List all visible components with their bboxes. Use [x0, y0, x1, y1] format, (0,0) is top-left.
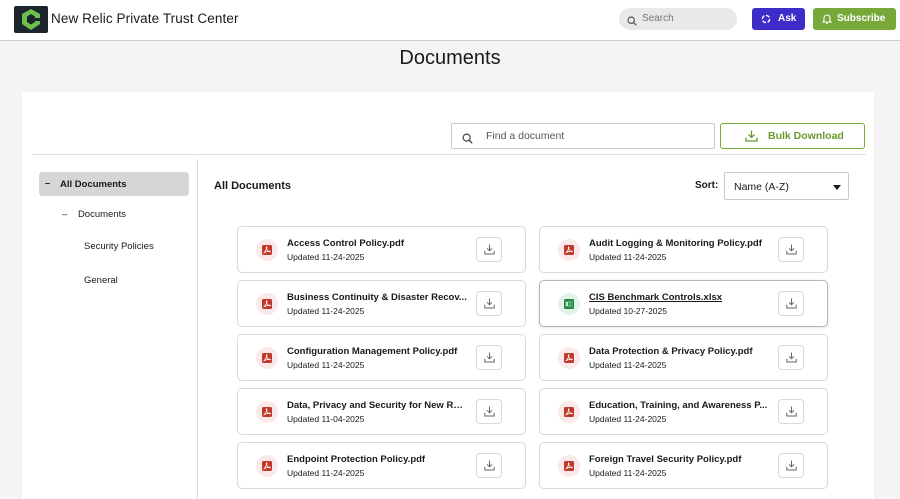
document-card[interactable]: Data Protection & Privacy Policy.pdf Upda…	[539, 334, 828, 381]
find-document-placeholder: Find a document	[486, 130, 565, 142]
bell-icon	[821, 13, 833, 27]
pdf-file-icon	[558, 401, 580, 423]
caret-down-icon	[833, 185, 841, 190]
document-title[interactable]: CIS Benchmark Controls.xlsx	[589, 292, 769, 303]
document-updated-date: Updated 11-24-2025	[589, 414, 667, 424]
sidebar-item-label: All Documents	[60, 179, 127, 190]
pdf-file-icon	[256, 455, 278, 477]
sidebar-item-documents[interactable]: – Documents	[62, 209, 126, 220]
document-updated-date: Updated 11-24-2025	[589, 360, 667, 370]
brand-title[interactable]: New Relic Private Trust Center	[51, 11, 239, 26]
divider	[197, 159, 198, 499]
download-button[interactable]	[476, 453, 502, 478]
document-title[interactable]: Foreign Travel Security Policy.pdf	[589, 454, 769, 465]
document-updated-date: Updated 11-24-2025	[287, 360, 365, 370]
find-document-input[interactable]: Find a document	[451, 123, 715, 149]
top-bar: New Relic Private Trust Center Search As…	[0, 0, 900, 41]
document-title[interactable]: Configuration Management Policy.pdf	[287, 346, 467, 357]
document-card[interactable]: Foreign Travel Security Policy.pdf Update…	[539, 442, 828, 489]
document-updated-date: Updated 11-24-2025	[287, 252, 365, 262]
sidebar-item-label: Documents	[77, 209, 126, 220]
section-heading: All Documents	[214, 180, 292, 192]
download-button[interactable]	[476, 399, 502, 424]
pdf-file-icon	[256, 239, 278, 261]
document-title[interactable]: Education, Training, and Awareness P...	[589, 400, 769, 411]
pdf-file-icon	[256, 347, 278, 369]
collapse-icon: –	[45, 178, 51, 189]
bulk-download-button[interactable]: Bulk Download	[720, 123, 865, 149]
document-title[interactable]: Business Continuity & Disaster Recov...	[287, 292, 467, 303]
document-title[interactable]: Endpoint Protection Policy.pdf	[287, 454, 467, 465]
document-updated-date: Updated 10-27-2025	[589, 306, 667, 316]
download-button[interactable]	[476, 237, 502, 262]
divider	[32, 154, 866, 155]
new-relic-logo[interactable]	[14, 6, 48, 33]
search-icon	[462, 131, 473, 149]
document-card[interactable]: Data, Privacy and Security for New Rel..…	[237, 388, 526, 435]
pdf-file-icon	[558, 239, 580, 261]
document-card[interactable]: Audit Logging & Monitoring Policy.pdf Upd…	[539, 226, 828, 273]
ask-button[interactable]: Ask	[752, 8, 805, 30]
download-button[interactable]	[778, 237, 804, 262]
download-button[interactable]	[778, 399, 804, 424]
download-button[interactable]	[476, 291, 502, 316]
download-button[interactable]	[778, 291, 804, 316]
download-icon	[745, 130, 758, 145]
sort-label: Sort:	[695, 180, 719, 191]
ask-label: Ask	[778, 13, 797, 24]
document-title[interactable]: Data Protection & Privacy Policy.pdf	[589, 346, 769, 357]
sidebar-item-general[interactable]: General	[84, 275, 118, 286]
pdf-file-icon	[256, 293, 278, 315]
document-card[interactable]: Access Control Policy.pdf Updated 11-24-2…	[237, 226, 526, 273]
document-updated-date: Updated 11-24-2025	[589, 252, 667, 262]
pdf-file-icon	[558, 347, 580, 369]
document-updated-date: Updated 11-24-2025	[287, 468, 365, 478]
document-card[interactable]: Business Continuity & Disaster Recov... U…	[237, 280, 526, 327]
pdf-file-icon	[256, 401, 278, 423]
search-placeholder: Search	[642, 13, 674, 24]
header-search[interactable]: Search	[619, 8, 737, 30]
document-card[interactable]: Education, Training, and Awareness P... U…	[539, 388, 828, 435]
document-card[interactable]: Configuration Management Policy.pdf Updat…	[237, 334, 526, 381]
pdf-file-icon	[558, 455, 580, 477]
collapse-icon: –	[62, 209, 68, 220]
subscribe-button[interactable]: Subscribe	[813, 8, 896, 30]
sort-select[interactable]: Name (A-Z)	[724, 172, 849, 200]
document-card[interactable]: Endpoint Protection Policy.pdf Updated 11…	[237, 442, 526, 489]
document-updated-date: Updated 11-24-2025	[589, 468, 667, 478]
sort-value: Name (A-Z)	[734, 181, 789, 193]
document-card[interactable]: CIS Benchmark Controls.xlsx Updated 10-27…	[539, 280, 828, 327]
download-button[interactable]	[778, 453, 804, 478]
bulk-download-label: Bulk Download	[768, 130, 844, 142]
download-button[interactable]	[778, 345, 804, 370]
search-icon	[627, 13, 637, 31]
document-title[interactable]: Audit Logging & Monitoring Policy.pdf	[589, 238, 769, 249]
download-button[interactable]	[476, 345, 502, 370]
sidebar-item-security-policies[interactable]: Security Policies	[84, 241, 154, 252]
document-title[interactable]: Data, Privacy and Security for New Rel..…	[287, 400, 467, 411]
document-title[interactable]: Access Control Policy.pdf	[287, 238, 467, 249]
subscribe-label: Subscribe	[837, 13, 886, 24]
sparkle-icon	[761, 14, 771, 27]
excel-file-icon	[558, 293, 580, 315]
sidebar-item-all-documents[interactable]: – All Documents	[39, 172, 189, 196]
document-updated-date: Updated 11-24-2025	[287, 306, 365, 316]
page-title: Documents	[399, 47, 501, 69]
document-updated-date: Updated 11-04-2025	[287, 414, 365, 424]
